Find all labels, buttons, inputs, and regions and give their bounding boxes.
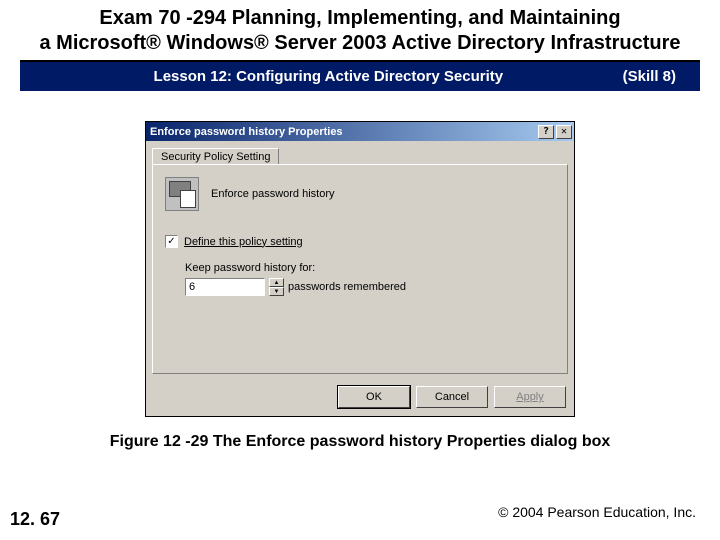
tabstrip: Security Policy Setting (146, 141, 574, 164)
titlebar[interactable]: Enforce password history Properties ? ✕ (146, 122, 574, 141)
dialog-window: Enforce password history Properties ? ✕ … (145, 121, 575, 417)
tab-panel: Enforce password history ✓ Define this p… (152, 164, 568, 374)
history-unit-label: passwords remembered (288, 281, 406, 293)
page-number: 12. 67 (10, 509, 60, 530)
title-line-2: a Microsoft® Windows® Server 2003 Active… (30, 31, 690, 56)
keep-history-label: Keep password history for: (185, 262, 555, 274)
tab-security-policy[interactable]: Security Policy Setting (152, 148, 279, 165)
copyright: © 2004 Pearson Education, Inc. (498, 504, 696, 520)
policy-name: Enforce password history (211, 188, 335, 200)
dialog-title: Enforce password history Properties (150, 126, 536, 138)
figure-caption: Figure 12 -29 The Enforce password histo… (0, 433, 720, 451)
spin-down-icon[interactable]: ▼ (269, 287, 284, 296)
cancel-button[interactable]: Cancel (416, 386, 488, 408)
button-row: OK Cancel Apply (146, 380, 574, 416)
slide-title: Exam 70 -294 Planning, Implementing, and… (20, 0, 700, 62)
apply-button[interactable]: Apply (494, 386, 566, 408)
policy-icon (165, 177, 199, 211)
close-icon[interactable]: ✕ (556, 125, 572, 139)
lesson-band: Lesson 12: Configuring Active Directory … (20, 62, 700, 91)
title-line-1: Exam 70 -294 Planning, Implementing, and… (30, 6, 690, 31)
help-icon[interactable]: ? (538, 125, 554, 139)
skill-label: (Skill 8) (613, 68, 676, 85)
define-policy-checkbox[interactable]: ✓ (165, 235, 178, 248)
ok-button[interactable]: OK (338, 386, 410, 408)
spinner-buttons: ▲ ▼ (269, 278, 284, 296)
define-policy-label: Define this policy setting (184, 236, 303, 248)
checkmark-icon: ✓ (167, 237, 175, 247)
spin-up-icon[interactable]: ▲ (269, 278, 284, 287)
history-count-input[interactable]: 6 (185, 278, 265, 296)
lesson-label: Lesson 12: Configuring Active Directory … (44, 68, 613, 85)
